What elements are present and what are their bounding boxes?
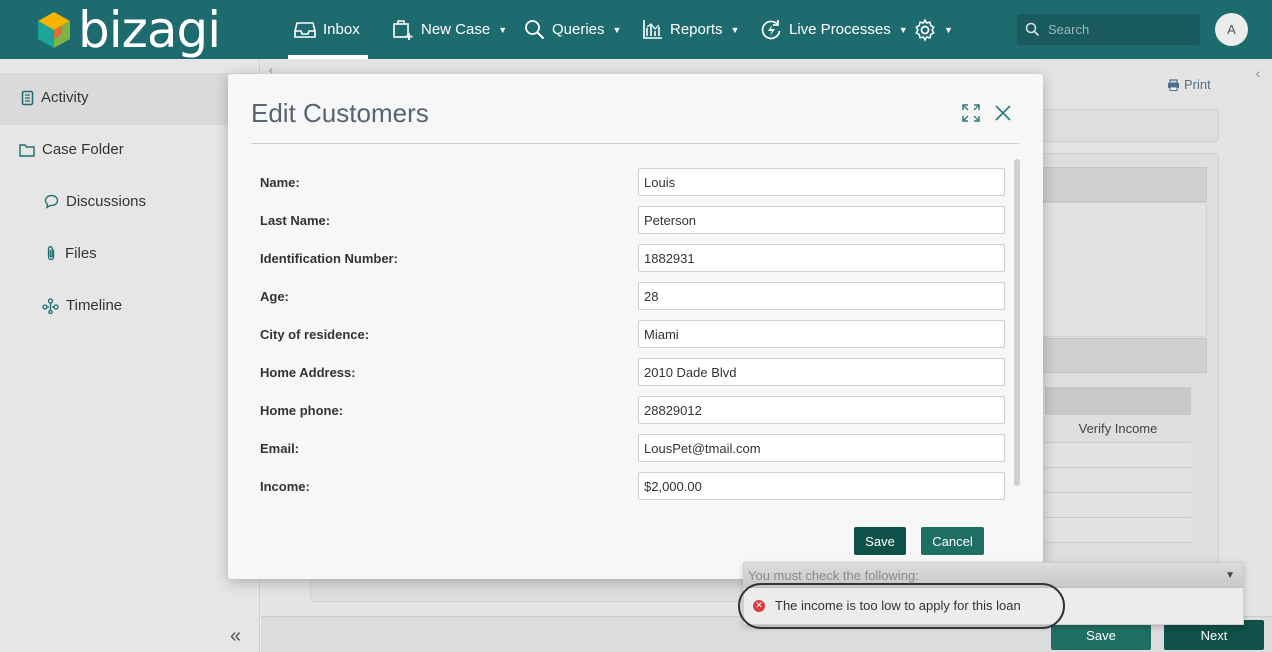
cancel-button[interactable]: Cancel bbox=[921, 527, 984, 555]
home-address-label: Home Address: bbox=[260, 365, 356, 380]
validation-header-text: You must check the following: bbox=[748, 567, 919, 583]
inbox-icon bbox=[294, 21, 316, 38]
highlight-ring bbox=[738, 583, 1065, 629]
sidebar-item-timeline[interactable]: Timeline bbox=[42, 297, 122, 314]
nav-new-case[interactable]: New Case ▼ bbox=[392, 0, 507, 59]
last-name-label: Last Name: bbox=[260, 213, 331, 228]
background-section-header bbox=[1040, 167, 1207, 202]
dialog-scrollbar[interactable] bbox=[1014, 159, 1020, 486]
sidebar-item-label: Files bbox=[65, 245, 97, 262]
sidebar-item-files[interactable]: Files bbox=[44, 245, 97, 262]
gear-icon bbox=[915, 17, 935, 42]
top-navigation-bar: bizagi Inbox New Case ▼ Queries ▼ Report… bbox=[0, 0, 1272, 59]
chevron-left-icon[interactable]: ‹ bbox=[1244, 59, 1272, 87]
chevron-down-icon: ▼ bbox=[498, 24, 508, 35]
name-field[interactable] bbox=[638, 168, 1005, 196]
table-row bbox=[1045, 518, 1191, 543]
chevron-down-icon: ▼ bbox=[944, 24, 953, 35]
home-phone-label: Home phone: bbox=[260, 403, 344, 418]
bizagi-logo[interactable]: bizagi bbox=[36, 1, 221, 59]
nav-inbox[interactable]: Inbox bbox=[288, 0, 368, 59]
background-section-header bbox=[1040, 338, 1207, 373]
city-of-residence-label: City of residence: bbox=[260, 327, 370, 342]
city-of-residence-field[interactable] bbox=[638, 320, 1005, 348]
folder-icon bbox=[19, 143, 35, 157]
live-processes-icon bbox=[761, 19, 781, 39]
age-field[interactable] bbox=[638, 282, 1005, 310]
brand-name: bizagi bbox=[78, 1, 221, 59]
sidebar-item-label: Case Folder bbox=[42, 141, 124, 158]
background-table-header bbox=[1045, 387, 1191, 415]
nav-reports-label: Reports bbox=[670, 21, 723, 38]
table-row bbox=[1045, 443, 1191, 468]
dialog-divider bbox=[251, 143, 1019, 144]
table-row bbox=[1045, 493, 1191, 518]
printer-icon bbox=[1168, 78, 1179, 91]
sidebar-item-label: Activity bbox=[41, 89, 89, 106]
save-button[interactable]: Save bbox=[854, 527, 906, 555]
discussion-icon bbox=[44, 194, 59, 209]
background-section bbox=[1040, 202, 1207, 337]
income-label: Income: bbox=[260, 479, 310, 494]
nav-settings[interactable]: ▼ bbox=[913, 0, 953, 59]
bizagi-logo-icon bbox=[38, 12, 70, 48]
maximize-icon[interactable] bbox=[962, 104, 980, 127]
search-input[interactable] bbox=[1048, 22, 1188, 37]
table-row bbox=[1045, 468, 1191, 493]
name-label: Name: bbox=[260, 175, 300, 190]
close-icon[interactable] bbox=[994, 104, 1012, 127]
identification-number-field[interactable] bbox=[638, 244, 1005, 272]
age-label: Age: bbox=[260, 289, 289, 304]
income-field[interactable] bbox=[638, 472, 1005, 500]
nav-live-processes-label: Live Processes bbox=[789, 21, 891, 38]
sidebar-item-discussions[interactable]: Discussions bbox=[44, 193, 146, 210]
chevron-down-icon: ▼ bbox=[730, 24, 740, 35]
nav-new-case-label: New Case bbox=[421, 21, 491, 38]
email-label: Email: bbox=[260, 441, 300, 456]
nav-live-processes[interactable]: Live Processes ▼ bbox=[760, 0, 908, 59]
sidebar-item-activity[interactable]: Activity bbox=[21, 89, 89, 106]
new-case-icon bbox=[393, 19, 413, 40]
collapse-sidebar-button[interactable]: « bbox=[230, 625, 241, 648]
avatar[interactable]: A bbox=[1215, 13, 1248, 46]
sidebar: Activity Case Folder Discussions Files T… bbox=[0, 59, 260, 652]
paperclip-icon bbox=[47, 246, 55, 261]
chevron-down-icon: ▼ bbox=[1225, 570, 1235, 581]
print-label: Print bbox=[1184, 77, 1211, 92]
column-header-verify-income: Verify Income bbox=[1045, 415, 1191, 443]
nav-queries-label: Queries bbox=[552, 21, 605, 38]
reports-icon bbox=[643, 20, 662, 39]
sidebar-item-label: Discussions bbox=[66, 193, 147, 210]
sidebar-item-label: Timeline bbox=[66, 297, 123, 314]
search-box bbox=[1017, 14, 1200, 45]
sidebar-item-case-folder[interactable]: Case Folder bbox=[19, 141, 124, 158]
home-address-field[interactable] bbox=[638, 358, 1005, 386]
nav-reports[interactable]: Reports ▼ bbox=[642, 0, 739, 59]
timeline-icon bbox=[42, 297, 59, 314]
email-field[interactable] bbox=[638, 434, 1005, 462]
edit-customers-dialog: Edit Customers Name: Last Name: Identifi… bbox=[228, 74, 1043, 579]
home-phone-field[interactable] bbox=[638, 396, 1005, 424]
search-icon bbox=[525, 20, 545, 40]
dialog-title: Edit Customers bbox=[251, 98, 429, 128]
activity-icon bbox=[21, 90, 34, 105]
search-icon bbox=[1025, 22, 1040, 37]
nav-inbox-label: Inbox bbox=[323, 21, 360, 38]
print-link[interactable]: Print bbox=[1167, 77, 1211, 92]
nav-queries[interactable]: Queries ▼ bbox=[524, 0, 621, 59]
chevron-down-icon: ▼ bbox=[898, 24, 908, 35]
chevron-down-icon: ▼ bbox=[612, 24, 622, 35]
background-panel bbox=[1040, 109, 1219, 142]
identification-number-label: Identification Number: bbox=[260, 251, 398, 266]
last-name-field[interactable] bbox=[638, 206, 1005, 234]
